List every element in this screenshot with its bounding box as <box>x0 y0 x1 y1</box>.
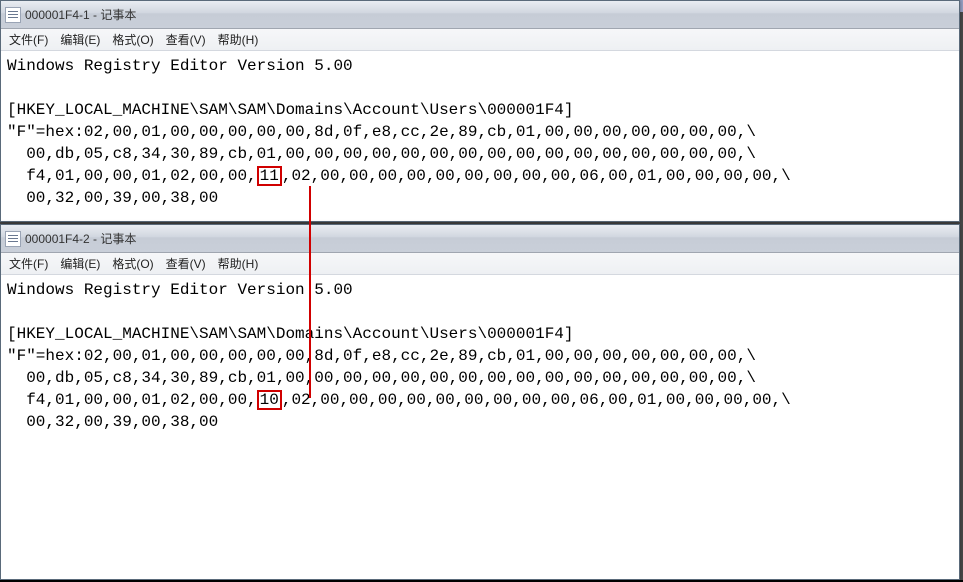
menu-format[interactable]: 格式(O) <box>106 29 159 50</box>
menu-file[interactable]: 文件(F) <box>3 253 54 274</box>
text-line: Windows Registry Editor Version 5.00 <box>7 279 953 301</box>
menu-format[interactable]: 格式(O) <box>106 253 159 274</box>
text-line: Windows Registry Editor Version 5.00 <box>7 55 953 77</box>
diff-connector-line <box>309 186 311 398</box>
menu-view[interactable]: 查看(V) <box>160 29 212 50</box>
notepad-icon <box>5 7 21 23</box>
text-line: [HKEY_LOCAL_MACHINE\SAM\SAM\Domains\Acco… <box>7 323 953 345</box>
window-title: 000001F4-2 - 记事本 <box>25 230 136 247</box>
text-content[interactable]: Windows Registry Editor Version 5.00 [HK… <box>1 275 959 579</box>
text-line <box>7 301 953 323</box>
menu-file[interactable]: 文件(F) <box>3 29 54 50</box>
menu-edit[interactable]: 编辑(E) <box>54 253 106 274</box>
text-line: [HKEY_LOCAL_MACHINE\SAM\SAM\Domains\Acco… <box>7 99 953 121</box>
notepad-window-2: 000001F4-2 - 记事本 文件(F) 编辑(E) 格式(O) 查看(V)… <box>0 224 960 580</box>
notepad-window-1: 000001F4-1 - 记事本 文件(F) 编辑(E) 格式(O) 查看(V)… <box>0 0 960 222</box>
titlebar[interactable]: 000001F4-1 - 记事本 <box>1 1 959 29</box>
window-title: 000001F4-1 - 记事本 <box>25 6 136 23</box>
text-line: 00,32,00,39,00,38,00 <box>7 411 953 433</box>
text-line: f4,01,00,00,01,02,00,00,10,02,00,00,00,0… <box>7 389 953 411</box>
menu-help[interactable]: 帮助(H) <box>212 29 265 50</box>
menu-help[interactable]: 帮助(H) <box>212 253 265 274</box>
menubar: 文件(F) 编辑(E) 格式(O) 查看(V) 帮助(H) <box>1 29 959 51</box>
text-line: f4,01,00,00,01,02,00,00,11,02,00,00,00,0… <box>7 165 953 187</box>
text-line: 00,db,05,c8,34,30,89,cb,01,00,00,00,00,0… <box>7 367 953 389</box>
highlighted-byte: 11 <box>257 166 282 186</box>
text-line: 00,db,05,c8,34,30,89,cb,01,00,00,00,00,0… <box>7 143 953 165</box>
text-line: 00,32,00,39,00,38,00 <box>7 187 953 209</box>
text-line: "F"=hex:02,00,01,00,00,00,00,00,8d,0f,e8… <box>7 345 953 367</box>
text-line: "F"=hex:02,00,01,00,00,00,00,00,8d,0f,e8… <box>7 121 953 143</box>
highlighted-byte: 10 <box>257 390 282 410</box>
text-content[interactable]: Windows Registry Editor Version 5.00 [HK… <box>1 51 959 221</box>
menubar: 文件(F) 编辑(E) 格式(O) 查看(V) 帮助(H) <box>1 253 959 275</box>
menu-view[interactable]: 查看(V) <box>160 253 212 274</box>
notepad-icon <box>5 231 21 247</box>
menu-edit[interactable]: 编辑(E) <box>54 29 106 50</box>
text-line <box>7 77 953 99</box>
titlebar[interactable]: 000001F4-2 - 记事本 <box>1 225 959 253</box>
